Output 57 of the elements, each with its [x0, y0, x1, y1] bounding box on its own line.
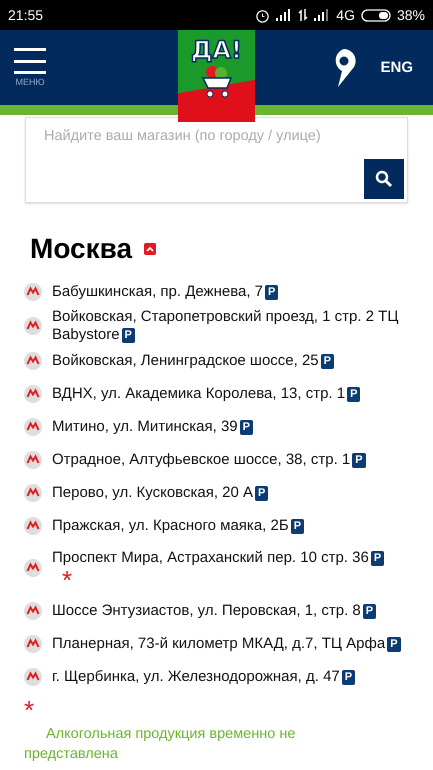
search-field[interactable]: Найдите ваш магазин (по городу / улице) — [25, 117, 408, 203]
parking-badge: P — [347, 386, 360, 402]
metro-icon — [24, 418, 42, 436]
battery-icon — [360, 8, 391, 22]
footnote-mark: * — [62, 567, 72, 587]
store-address[interactable]: Войковская, Ленинградское шоссе, 25 P — [52, 352, 409, 370]
parking-badge: P — [290, 518, 304, 534]
parking-badge: P — [370, 551, 384, 566]
search-button[interactable] — [364, 159, 404, 199]
parking-badge: P — [362, 604, 376, 618]
signal-icon — [276, 9, 292, 21]
collapse-button[interactable] — [144, 243, 156, 255]
metro-icon — [24, 668, 42, 686]
data-transfer-icon — [298, 9, 308, 21]
parking-badge: P — [342, 670, 356, 684]
network-type: 4G — [336, 7, 355, 23]
metro-icon — [24, 384, 42, 402]
clock: 21:55 — [8, 7, 44, 23]
search-icon — [375, 170, 393, 188]
store-address[interactable]: Перово, ул. Кусковская, 20 А P — [52, 484, 409, 502]
logo[interactable]: ДА! — [178, 30, 255, 122]
battery-level: 38% — [396, 7, 425, 23]
signal-icon — [314, 9, 330, 21]
menu-button[interactable]: МЕНЮ — [14, 48, 46, 87]
store-address[interactable]: Пражская, ул. Красного маяка, 2Б P — [52, 516, 409, 534]
store-address[interactable]: Отрадное, Алтуфьевское шоссе, 38, стр. 1 P — [52, 450, 409, 468]
metro-icon — [24, 516, 42, 534]
parking-badge: P — [352, 452, 366, 468]
store-address[interactable]: Бабушкинская, пр. Дежнева, 7 P — [52, 282, 409, 300]
parking-badge: P — [387, 636, 401, 652]
parking-badge: P — [122, 328, 135, 343]
parking-badge: P — [320, 354, 334, 368]
parking-badge: P — [265, 284, 278, 300]
parking-badge: P — [240, 420, 253, 434]
city-title: Москва — [30, 233, 132, 265]
metro-icon — [24, 559, 42, 577]
metro-icon — [24, 317, 42, 335]
logo-text: ДА! — [191, 36, 242, 64]
metro-icon — [24, 450, 42, 468]
store-address[interactable]: Митино, ул. Митинская, 39 P — [52, 418, 409, 436]
metro-icon — [24, 352, 42, 370]
metro-icon — [24, 602, 42, 620]
store-address[interactable]: Шоссе Энтузиастов, ул. Перовская, 1, стр. 8 P — [52, 602, 409, 620]
footnote-mark: * — [24, 697, 34, 717]
metro-icon — [24, 634, 42, 652]
metro-icon — [24, 484, 42, 502]
store-address[interactable]: г. Щербинка, ул. Железнодорожная, д. 47 P — [52, 668, 409, 686]
language-button[interactable]: ENG — [374, 58, 419, 77]
metro-icon — [24, 282, 42, 300]
footnote-text: Алкогольная продукция временно не представлена — [24, 725, 296, 764]
menu-icon — [14, 48, 46, 74]
store-address[interactable]: ВДНХ, ул. Академика Королева, 13, стр. 1 P — [52, 384, 409, 402]
store-address[interactable]: Войковская, Старопетровский проезд, 1 стр. 2 ТЦ Babystore P — [52, 308, 409, 344]
parking-badge: P — [255, 486, 268, 500]
alarm-icon — [255, 8, 270, 22]
store-address[interactable]: Планерная, 73-й километр МКАД, д.7, ТЦ Арфа P — [52, 634, 409, 652]
store-address[interactable]: Проспект Мира, Астраханский пер. 10 стр. 36 P * — [52, 549, 409, 587]
